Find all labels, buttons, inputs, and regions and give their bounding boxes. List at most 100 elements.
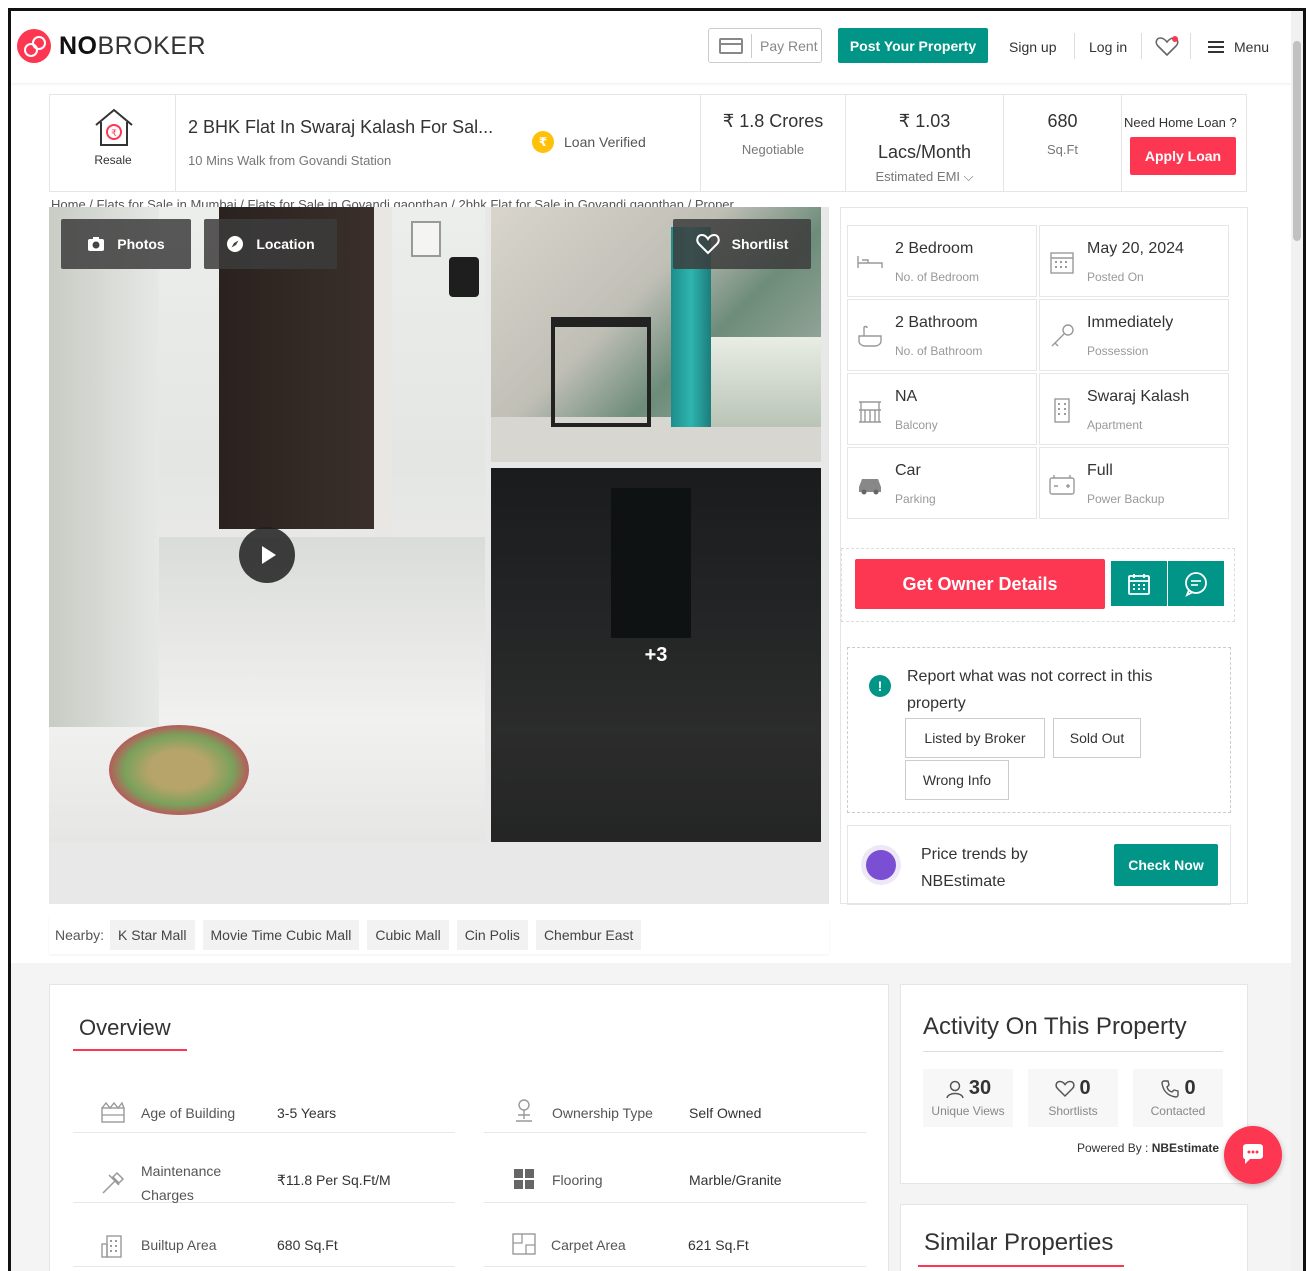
log-in-link[interactable]: Log in [1089, 39, 1127, 55]
chart-icon [861, 845, 901, 885]
battery-icon [1049, 475, 1075, 495]
detail-label: Power Backup [1087, 492, 1165, 506]
overview-row [484, 1075, 866, 1133]
divider [1074, 33, 1075, 59]
pay-rent-button[interactable]: Pay Rent [708, 28, 822, 63]
detail-cell: May 20, 2024 Posted On [1039, 225, 1229, 297]
page-scrollbar[interactable] [1291, 11, 1303, 1271]
detail-cell: 2 Bedroom No. of Bedroom [847, 225, 1037, 297]
more-photos-count[interactable]: +3 [491, 468, 821, 842]
logo-icon [17, 29, 51, 63]
detail-label: Posted On [1087, 270, 1144, 284]
property-summary-bar: ₹ Resale 2 BHK Flat In Swaraj Kalash For… [49, 94, 1247, 192]
get-owner-details-button[interactable]: Get Owner Details [855, 559, 1105, 609]
key-icon [1051, 324, 1074, 347]
detail-value: 2 Bedroom [895, 240, 974, 257]
flooring-value: Marble/Granite [689, 1172, 782, 1188]
third-property-photo[interactable]: +3 [491, 468, 821, 842]
apply-loan-button[interactable]: Apply Loan [1130, 137, 1236, 175]
hamburger-icon [1208, 41, 1224, 53]
sign-up-link[interactable]: Sign up [1009, 39, 1056, 55]
ownership-type-label: Ownership Type [552, 1105, 653, 1121]
shortlist-button[interactable]: Shortlist [673, 219, 811, 269]
location-button[interactable]: Location [204, 219, 337, 269]
heart-outline-icon [1055, 1080, 1076, 1097]
shortlist-label: Shortlist [731, 236, 789, 252]
tools-icon [102, 1171, 125, 1194]
detail-label: Balcony [895, 418, 938, 432]
price-note: Negotiable [741, 142, 805, 157]
credit-card-icon [719, 37, 743, 54]
price-value: ₹ 1.8 Crores [722, 111, 824, 131]
area-value: 680 [1047, 111, 1078, 131]
listed-by-broker-button[interactable]: Listed by Broker [905, 718, 1045, 758]
heart-icon [695, 233, 720, 255]
powered-by: Powered By : NBEstimate [1077, 1141, 1220, 1155]
logo-text: NOBROKER [59, 31, 207, 60]
detail-label: Possession [1087, 344, 1149, 358]
divider [1141, 33, 1142, 59]
top-navbar: NOBROKER Pay Rent Post Your Property Sig… [11, 11, 1303, 83]
detail-value: Car [895, 462, 921, 479]
menu-label: Menu [1234, 39, 1270, 55]
ownership-type-value: Self Owned [689, 1105, 762, 1121]
photo-gallery: +3 Photos Location Shortlist [49, 207, 829, 904]
nobroker-logo[interactable]: NOBROKER [17, 29, 206, 63]
nearby-chip[interactable]: Chembur East [535, 920, 642, 950]
emi-cell[interactable]: ₹ 1.03 Lacs/Month Estimated EMI ⌵ [846, 95, 1004, 191]
svg-text:₹: ₹ [111, 128, 117, 138]
overview-row [484, 1209, 866, 1267]
user-icon [946, 1080, 964, 1098]
location-label: Location [256, 236, 315, 252]
area-unit: Sq.Ft [1046, 142, 1079, 157]
carpet-area-label: Carpet Area [551, 1237, 626, 1253]
play-video-button[interactable] [239, 527, 295, 583]
area-cell: 680 Sq.Ft [1004, 95, 1122, 191]
post-property-button[interactable]: Post Your Property [838, 28, 988, 63]
contacted-stat: 0 Contacted [1133, 1069, 1223, 1127]
photos-button[interactable]: Photos [61, 219, 191, 269]
menu-button[interactable]: Menu [1208, 39, 1269, 55]
detail-value: Immediately [1087, 314, 1174, 331]
detail-cell: Swaraj Kalash Apartment [1039, 373, 1229, 445]
report-text: Report what was not correct in this prop… [907, 668, 1153, 712]
main-property-photo[interactable] [49, 207, 485, 842]
floor-plan-icon [512, 1233, 536, 1255]
activity-title: Activity On This Property [923, 1013, 1187, 1040]
emi-unit: Lacs/Month [877, 142, 972, 162]
overview-underline [73, 1049, 187, 1051]
shortlists-stat: 0 Shortlists [1028, 1069, 1118, 1127]
nearby-bar: Nearby: K Star Mall Movie Time Cubic Mal… [49, 916, 829, 954]
nearby-chip[interactable]: Cin Polis [456, 920, 528, 950]
shortlist-heart-icon[interactable] [1154, 33, 1180, 59]
property-title: 2 BHK Flat In Swaraj Kalash For Sal... [188, 117, 494, 137]
overview-row [73, 1209, 455, 1267]
price-cell: ₹ 1.8 Crores Negotiable [700, 95, 846, 191]
photos-label: Photos [117, 236, 165, 252]
detail-value: 2 Bathroom [895, 314, 978, 331]
similar-properties-title: Similar Properties [924, 1229, 1114, 1256]
calendar-icon [1128, 573, 1150, 595]
builtup-area-value: 680 Sq.Ft [277, 1237, 338, 1253]
schedule-visit-button[interactable] [1111, 561, 1167, 606]
sold-out-button[interactable]: Sold Out [1053, 718, 1141, 758]
age-of-building-label: Age of Building [141, 1105, 236, 1121]
browser-frame: NOBROKER Pay Rent Post Your Property Sig… [8, 8, 1306, 1271]
balcony-icon [859, 401, 881, 423]
emi-value: ₹ 1.03 [898, 111, 951, 131]
resale-cell: ₹ Resale [50, 95, 176, 191]
scrollbar-thumb[interactable] [1293, 41, 1301, 241]
overview-row [73, 1075, 455, 1133]
nearby-chip[interactable]: Cubic Mall [367, 920, 449, 950]
nearby-chip[interactable]: K Star Mall [110, 920, 195, 950]
building-icon [101, 1235, 122, 1258]
check-now-button[interactable]: Check Now [1114, 844, 1218, 886]
chevron-down-icon: ⌵ [963, 169, 974, 184]
resale-label: Resale [94, 153, 132, 167]
wrong-info-button[interactable]: Wrong Info [905, 760, 1009, 800]
chat-owner-button[interactable] [1168, 561, 1224, 606]
age-of-building-value: 3-5 Years [277, 1105, 337, 1121]
nearby-chip[interactable]: Movie Time Cubic Mall [202, 920, 360, 950]
chat-support-button[interactable] [1224, 1126, 1282, 1184]
detail-cell: 2 Bathroom No. of Bathroom [847, 299, 1037, 371]
